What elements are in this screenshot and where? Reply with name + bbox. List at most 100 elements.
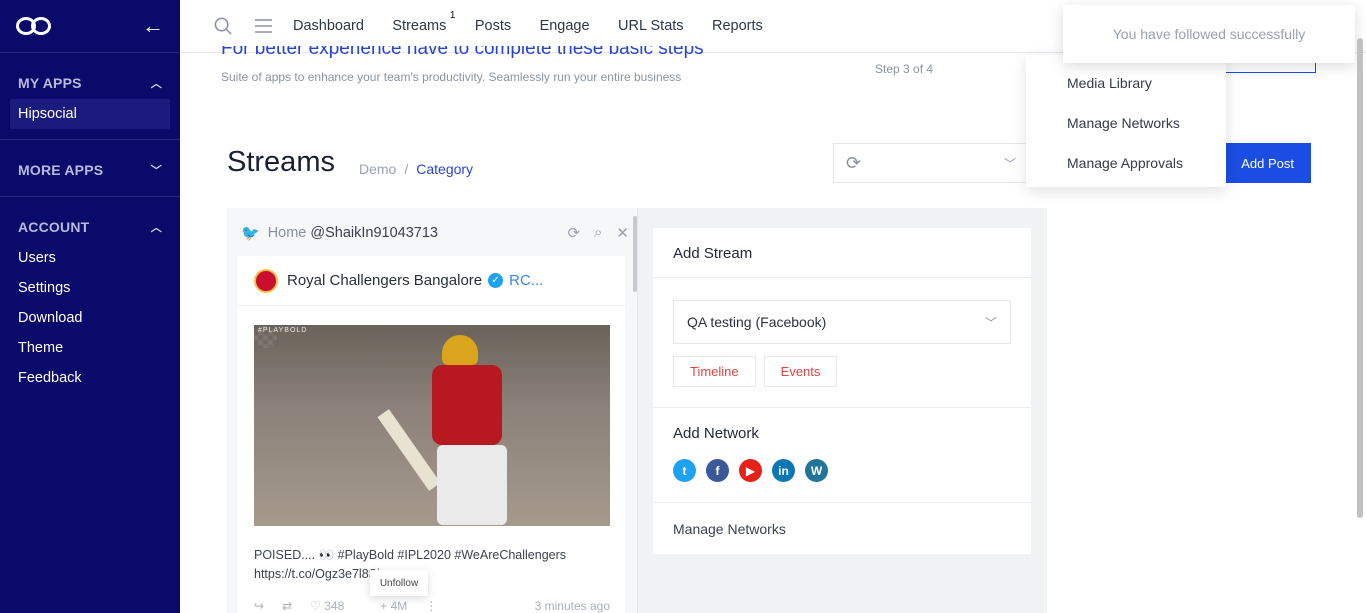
stream-tools: ⟳ ⌕ ✕ — [567, 224, 629, 242]
chevron-up-icon: ︿ — [150, 222, 162, 234]
verified-icon: ✓ — [488, 273, 504, 288]
events-chip[interactable]: Events — [763, 356, 838, 387]
add-stream-title: Add Stream — [673, 245, 753, 262]
like-button[interactable]: ♡ 348 — [310, 599, 362, 613]
onboarding-step: Step 3 of 4 — [875, 62, 934, 76]
sidebar-section-more-apps: MORE APPS ﹀ — [0, 140, 180, 197]
nav-reports[interactable]: Reports — [712, 18, 763, 34]
sidebar-item-settings[interactable]: Settings — [10, 273, 170, 303]
chevron-down-icon: ﹀ — [150, 165, 162, 177]
twitter-icon[interactable]: t — [673, 459, 696, 482]
sidebar-section-account: ACCOUNT ︿ Users Settings Download Theme … — [0, 197, 180, 403]
stream-label: Home — [267, 225, 307, 241]
stream-type-chips: Timeline Events — [653, 344, 1031, 407]
breadcrumb-current[interactable]: Category — [416, 161, 473, 177]
unfollow-tooltip: Unfollow — [370, 570, 428, 596]
add-stream-section: Add Stream — [653, 228, 1031, 278]
network-icons: t f ▶ in W — [653, 459, 1031, 502]
like-count: 348 — [324, 599, 345, 613]
player-figure — [377, 335, 522, 525]
helmet-shape — [442, 335, 478, 365]
sidebar-item-download[interactable]: Download — [10, 303, 170, 333]
dropdown-menu: Media Library Manage Networks Manage App… — [1026, 55, 1226, 187]
tweet-image[interactable]: #PLAYBOLD — [254, 325, 610, 526]
onboarding-subtitle: Suite of apps to enhance your team's pro… — [221, 70, 682, 84]
manage-networks-link[interactable]: Manage Networks — [653, 503, 1031, 555]
nav-dashboard[interactable]: Dashboard — [293, 18, 364, 34]
sidebar-header: ← — [0, 0, 180, 53]
nav-engage[interactable]: Engage — [540, 18, 590, 34]
sidebar: ← MY APPS ︿ Hipsocial MORE APPS ﹀ ACCOUN… — [0, 0, 180, 613]
sidebar-item-feedback[interactable]: Feedback — [10, 363, 170, 393]
account-select[interactable]: QA testing (Facebook) ﹀ — [673, 300, 1011, 344]
chevron-down-icon: ﹀ — [1003, 156, 1016, 171]
follow-button[interactable]: + 4M — [380, 599, 407, 613]
close-icon[interactable]: ✕ — [616, 224, 629, 242]
streams-board: 🐦 Home @ShaikIn91043713 ⟳ ⌕ ✕ Royal Chal… — [227, 208, 1047, 613]
sidebar-item-theme[interactable]: Theme — [10, 333, 170, 363]
reply-icon[interactable]: ↪ — [254, 599, 264, 613]
linkedin-icon[interactable]: in — [772, 459, 795, 482]
nav-streams-label: Streams — [392, 18, 447, 34]
account-section: QA testing (Facebook) ﹀ Timeline Events — [653, 300, 1031, 408]
collapse-sidebar-icon[interactable]: ← — [142, 15, 164, 37]
menu-item-manage-networks[interactable]: Manage Networks — [1026, 103, 1226, 143]
youtube-icon[interactable]: ▶ — [739, 459, 762, 482]
section-toggle-more-apps[interactable]: MORE APPS ﹀ — [10, 152, 170, 186]
menu-icon[interactable] — [253, 16, 273, 36]
author-handle: RC... — [509, 272, 544, 289]
column-scrollbar[interactable] — [633, 216, 637, 292]
add-network-title: Add Network — [673, 425, 759, 442]
sidebar-item-hipsocial[interactable]: Hipsocial — [10, 99, 170, 129]
sidebar-section-my-apps: MY APPS ︿ Hipsocial — [0, 53, 180, 140]
page-scrollbar[interactable] — [1357, 38, 1363, 518]
streams-badge: 1 — [449, 10, 456, 21]
section-toggle-my-apps[interactable]: MY APPS ︿ — [10, 65, 170, 99]
stream-column: 🐦 Home @ShaikIn91043713 ⟳ ⌕ ✕ Royal Chal… — [227, 208, 638, 613]
image-tag: #PLAYBOLD — [258, 327, 308, 334]
more-icon[interactable]: ⋮ — [425, 599, 437, 613]
avatar — [254, 268, 278, 293]
search-icon[interactable]: ⌕ — [594, 224, 602, 242]
nav-posts[interactable]: Posts — [475, 18, 511, 34]
retweet-icon[interactable]: ⇄ — [282, 599, 292, 613]
section-title: MY APPS — [18, 75, 82, 91]
timeline-chip[interactable]: Timeline — [673, 356, 756, 387]
wordpress-icon[interactable]: W — [805, 459, 828, 482]
account-select-value: QA testing (Facebook) — [687, 314, 827, 330]
tweet-author[interactable]: Royal Challengers Bangalore ✓ RC... — [237, 256, 625, 306]
breadcrumb-root[interactable]: Demo — [359, 161, 396, 177]
facebook-icon[interactable]: f — [706, 459, 729, 482]
nav-url-stats[interactable]: URL Stats — [618, 18, 684, 34]
stream-select[interactable]: ⟳ ﹀ — [833, 143, 1029, 183]
page-title: Streams — [227, 146, 335, 178]
tweet-card: Royal Challengers Bangalore ✓ RC... #PLA… — [237, 256, 625, 613]
search-icon[interactable] — [213, 16, 233, 36]
chevron-down-icon: ﹀ — [984, 315, 997, 330]
section-toggle-account[interactable]: ACCOUNT ︿ — [10, 209, 170, 243]
body-shape — [432, 365, 502, 445]
success-toast: You have followed successfully — [1063, 5, 1355, 63]
tweet-text: POISED.... 👀 #PlayBold #IPL2020 #WeAreCh… — [254, 548, 567, 581]
stream-handle: @ShaikIn91043713 — [310, 225, 438, 241]
breadcrumb-separator: / — [404, 161, 409, 177]
sidebar-item-users[interactable]: Users — [10, 243, 170, 273]
refresh-icon: ⟳ — [846, 152, 862, 173]
legs-shape — [437, 445, 507, 525]
author-name: Royal Challengers Bangalore — [287, 272, 483, 289]
section-title: MORE APPS — [18, 162, 104, 178]
add-stream-panel: Add Stream QA testing (Facebook) ﹀ Timel… — [653, 228, 1031, 554]
twitter-icon: 🐦 — [241, 225, 260, 242]
section-title: ACCOUNT — [18, 219, 90, 235]
menu-item-manage-approvals[interactable]: Manage Approvals — [1026, 143, 1226, 183]
tweet-time: 3 minutes ago — [534, 599, 610, 613]
menu-item-media-library[interactable]: Media Library — [1026, 63, 1226, 103]
app-logo[interactable] — [16, 17, 52, 35]
tweet-actions: ↪ ⇄ ♡ 348 + 4M ⋮ 3 minutes ago — [254, 599, 610, 613]
breadcrumb: Demo / Category — [359, 161, 473, 177]
add-network-section: Add Network t f ▶ in W — [653, 408, 1031, 503]
nav-streams[interactable]: Streams 1 — [392, 10, 455, 34]
chevron-up-icon: ︿ — [150, 78, 162, 90]
main-nav: Dashboard Streams 1 Posts Engage URL Stat… — [293, 10, 787, 35]
refresh-icon[interactable]: ⟳ — [567, 224, 580, 242]
